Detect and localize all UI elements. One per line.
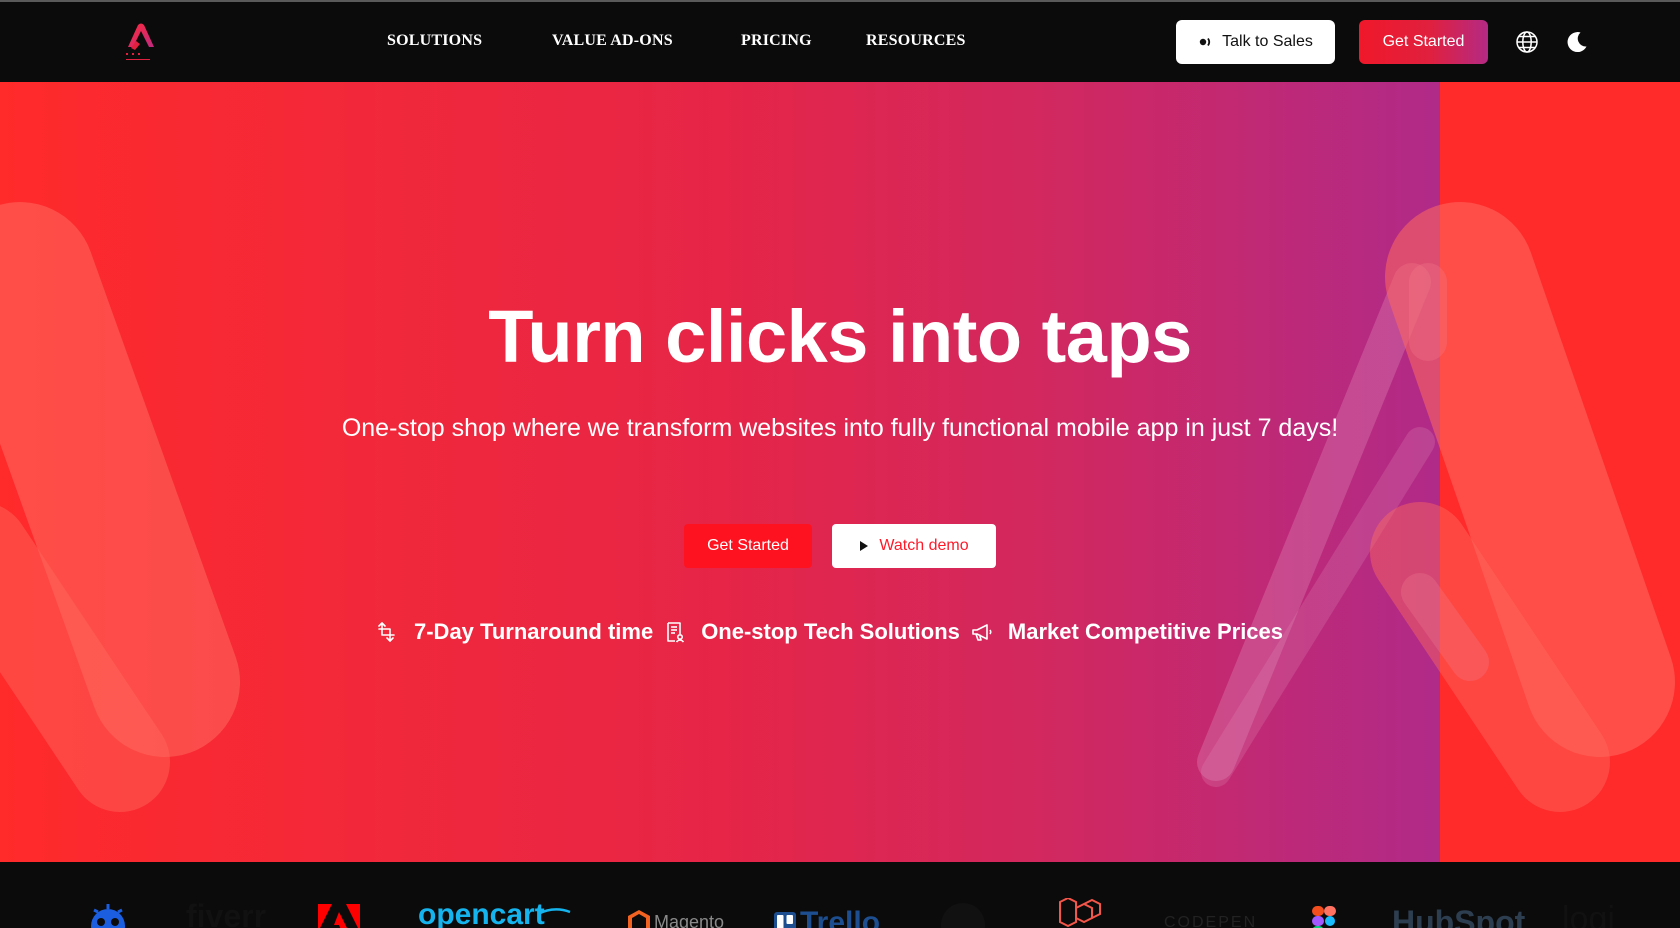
- nav-resources[interactable]: RESOURCES: [866, 32, 966, 50]
- figma-logo: [1312, 906, 1336, 928]
- hubspot-logo: HubSpot: [1392, 904, 1526, 928]
- feature-item: Market Competitive Prices: [970, 619, 1283, 645]
- talk-to-sales-button[interactable]: Talk to Sales: [1176, 20, 1335, 64]
- feature-item: 7-Day Turnaround time: [376, 619, 653, 645]
- nav-solutions[interactable]: SOLUTIONS: [387, 32, 482, 50]
- megaphone-icon: [972, 624, 992, 641]
- feature-label: 7-Day Turnaround time: [414, 619, 654, 644]
- trello-logo: Trello: [800, 906, 881, 928]
- opencart-cart-swoosh: [537, 908, 571, 916]
- hero-get-started-label: Get Started: [707, 537, 789, 554]
- document-icon: [667, 622, 685, 643]
- nav-pricing[interactable]: PRICING: [741, 32, 812, 50]
- nav-get-started-button[interactable]: Get Started: [1359, 20, 1488, 64]
- top-navbar: SOLUTIONS VALUE AD-ONS PRICING RESOURCES…: [0, 2, 1680, 82]
- nav-get-started-label: Get Started: [1382, 33, 1465, 50]
- turnaround-icon: [378, 622, 395, 642]
- talk-to-sales-label: Talk to Sales: [1222, 33, 1313, 50]
- github-logo: [941, 903, 985, 928]
- partner-logos-strip: fiverr opencart Magento Trello CODEPEN H…: [0, 862, 1680, 928]
- app-logo[interactable]: [124, 22, 158, 66]
- watch-demo-label: Watch demo: [879, 537, 969, 554]
- hero-section: Turn clicks into taps One-stop shop wher…: [0, 82, 1680, 862]
- opencart-logo: opencart: [418, 898, 545, 928]
- feature-label: Market Competitive Prices: [1007, 619, 1284, 644]
- hero-decorative-shapes: [0, 202, 1675, 812]
- logi-logo: logi: [1562, 900, 1615, 928]
- nav-value-addons[interactable]: VALUE AD-ONS: [552, 32, 673, 50]
- adobe-logo: [318, 904, 360, 928]
- moon-icon[interactable]: [1565, 30, 1589, 54]
- hero-get-started-button[interactable]: Get Started: [684, 524, 812, 568]
- robot-logo: [91, 904, 125, 928]
- feature-list: 7-Day Turnaround time One-stop Tech Solu…: [376, 612, 1293, 652]
- feature-label: One-stop Tech Solutions: [701, 619, 960, 644]
- globe-icon[interactable]: [1515, 30, 1539, 54]
- play-icon: [860, 541, 869, 551]
- magento-logo: Magento: [654, 912, 725, 928]
- laravel-logo: [1059, 898, 1101, 928]
- magento-icon: [628, 910, 650, 928]
- fiverr-logo: fiverr: [186, 898, 267, 928]
- watch-demo-button[interactable]: Watch demo: [832, 524, 996, 568]
- trello-icon: [774, 912, 796, 928]
- hero-subtitle: One-stop shop where we transform website…: [341, 414, 1339, 442]
- broadcast-icon: [1199, 37, 1211, 47]
- codepen-logo: CODEPEN: [1164, 914, 1258, 928]
- feature-item: One-stop Tech Solutions: [663, 619, 960, 645]
- hero-title: Turn clicks into taps: [488, 295, 1192, 378]
